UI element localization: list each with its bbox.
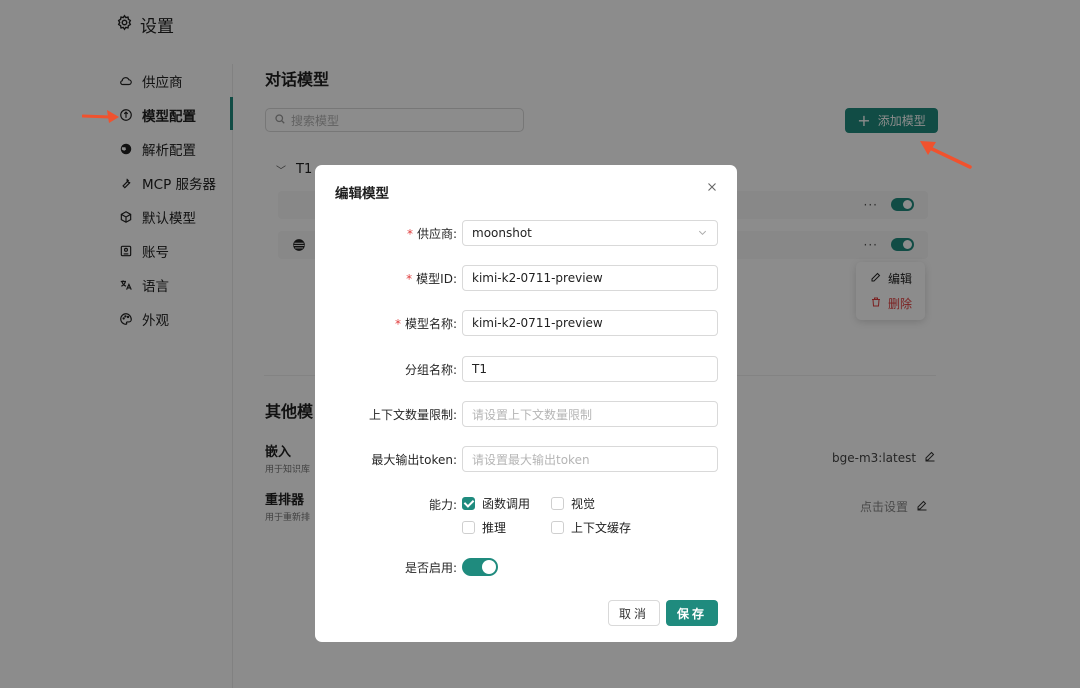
form-row-group-name: 分组名称: T1 xyxy=(315,356,737,382)
function-call-checkbox[interactable]: 函数调用 xyxy=(462,495,530,512)
cancel-button[interactable]: 取消 xyxy=(608,600,660,626)
provider-label: * 供应商: xyxy=(406,227,457,241)
context-cache-checkbox[interactable]: 上下文缓存 xyxy=(551,519,631,536)
function-call-label: 函数调用 xyxy=(482,497,531,511)
form-row-model-id: * 模型ID: kimi-k2-0711-preview xyxy=(315,265,737,291)
checkbox-checked[interactable] xyxy=(462,497,475,510)
group-name-input[interactable]: T1 xyxy=(462,356,718,382)
annotation-arrow xyxy=(82,110,119,123)
max-output-label: 最大输出token: xyxy=(371,453,457,467)
reasoning-checkbox[interactable]: 推理 xyxy=(462,519,506,536)
context-cache-label: 上下文缓存 xyxy=(571,521,632,535)
provider-value: moonshot xyxy=(472,226,532,240)
vision-checkbox[interactable]: 视觉 xyxy=(551,495,595,512)
provider-select[interactable]: moonshot xyxy=(462,220,718,246)
checkbox-unchecked[interactable] xyxy=(462,521,475,534)
form-row-context-limit: 上下文数量限制: 请设置上下文数量限制 xyxy=(315,401,737,427)
edit-model-dialog: 编辑模型 * 供应商: moonshot * 模型ID: kimi-k2-0711-… xyxy=(315,165,737,642)
form-row-enabled: 是否启用: xyxy=(315,554,737,580)
max-output-input[interactable]: 请设置最大输出token xyxy=(462,446,718,472)
checkbox-unchecked[interactable] xyxy=(551,521,564,534)
annotation-arrow xyxy=(920,141,972,169)
checkbox-unchecked[interactable] xyxy=(551,497,564,510)
form-row-model-name: * 模型名称: kimi-k2-0711-preview xyxy=(315,310,737,336)
dialog-title: 编辑模型 xyxy=(335,186,389,202)
enabled-toggle[interactable] xyxy=(462,558,498,576)
context-limit-input[interactable]: 请设置上下文数量限制 xyxy=(462,401,718,427)
model-name-label: * 模型名称: xyxy=(394,317,457,331)
model-name-input[interactable]: kimi-k2-0711-preview xyxy=(462,310,718,336)
model-id-input[interactable]: kimi-k2-0711-preview xyxy=(462,265,718,291)
context-limit-label: 上下文数量限制: xyxy=(368,408,457,422)
chevron-down-icon xyxy=(698,230,707,235)
model-id-label: * 模型ID: xyxy=(406,272,457,286)
group-name-label: 分组名称: xyxy=(404,363,457,377)
enabled-label: 是否启用: xyxy=(404,561,457,575)
reasoning-label: 推理 xyxy=(482,521,507,535)
capabilities-label: 能力: xyxy=(428,498,457,512)
save-button[interactable]: 保存 xyxy=(666,600,718,626)
vision-label: 视觉 xyxy=(571,497,596,511)
form-row-max-output: 最大输出token: 请设置最大输出token xyxy=(315,446,737,472)
form-row-provider: * 供应商: moonshot xyxy=(315,220,737,246)
close-icon[interactable] xyxy=(706,181,720,195)
capabilities-group: 函数调用 视觉 推理 上下文缓存 xyxy=(462,493,722,541)
